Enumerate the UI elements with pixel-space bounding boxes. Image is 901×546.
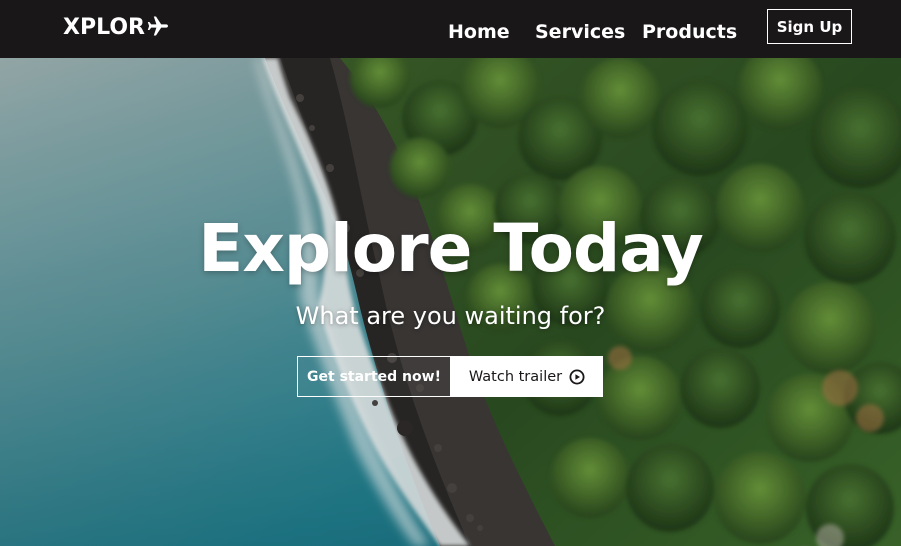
logo[interactable]: XPLOR: [63, 13, 170, 41]
navbar: XPLOR Home Services Products Sign Up: [0, 0, 901, 58]
watch-trailer-button[interactable]: Watch trailer: [451, 356, 603, 397]
nav-link-products[interactable]: Products: [642, 21, 737, 43]
hero-subtitle: What are you waiting for?: [295, 302, 606, 330]
nav-link-services[interactable]: Services: [535, 21, 625, 43]
watch-trailer-label: Watch trailer: [468, 368, 563, 385]
hero-section: Explore Today What are you waiting for? …: [0, 58, 901, 546]
play-circle-icon: [569, 369, 585, 384]
airplane-icon: [147, 16, 168, 36]
get-started-button[interactable]: Get started now!: [297, 356, 451, 397]
hero-title: Explore Today: [198, 210, 704, 287]
nav-link-home[interactable]: Home: [448, 21, 510, 43]
logo-text: XPLOR: [63, 14, 145, 40]
sign-up-button[interactable]: Sign Up: [767, 9, 852, 44]
